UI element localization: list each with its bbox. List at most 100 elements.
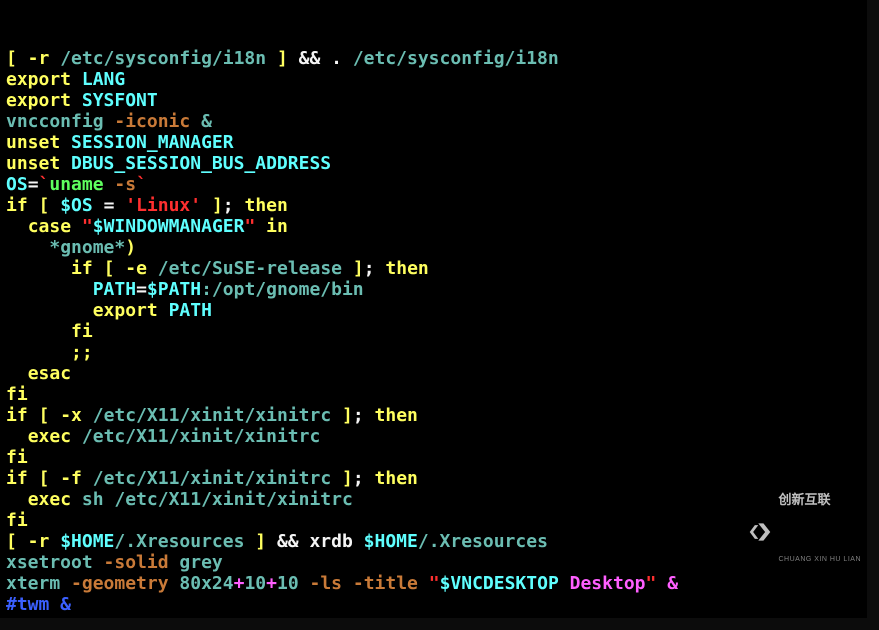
logo-icon (746, 520, 774, 544)
code-line: fi (6, 510, 861, 531)
code-token (6, 279, 93, 300)
code-line: ;; (6, 342, 861, 363)
code-token (6, 489, 28, 510)
code-token: unset (6, 132, 60, 153)
code-token (49, 531, 60, 552)
code-token: [ (39, 195, 50, 216)
code-token: " (429, 573, 440, 594)
code-token (158, 300, 169, 321)
code-token (342, 573, 353, 594)
code-token: -title (353, 573, 418, 594)
code-line: fi (6, 384, 861, 405)
code-token: SYSFONT (82, 90, 158, 111)
code-token: 10 (244, 573, 266, 594)
code-token: = (28, 174, 39, 195)
code-token (49, 405, 60, 426)
code-line: export PATH (6, 300, 861, 321)
code-line: #twm & (6, 594, 861, 615)
code-line: exec /etc/X11/xinit/xinitrc (6, 426, 861, 447)
code-line: OS=`uname -s` (6, 174, 861, 195)
logo-text: 创新互联 CHUANG XIN HU LIAN (778, 451, 861, 612)
code-token (255, 216, 266, 237)
code-line: *gnome*) (6, 237, 861, 258)
code-line: vncconfig -iconic & (6, 111, 861, 132)
code-token: /.Xresources (418, 531, 548, 552)
code-token: xterm (6, 573, 71, 594)
code-token: $OS (60, 195, 93, 216)
code-token: export (93, 300, 158, 321)
code-token: ] (342, 405, 353, 426)
code-token (331, 468, 342, 489)
code-line: case "$WINDOWMANAGER" in (6, 216, 861, 237)
code-line: export LANG (6, 69, 861, 90)
code-token (82, 405, 93, 426)
code-token: exec (28, 426, 71, 447)
code-line: if [ -f /etc/X11/xinit/xinitrc ]; then (6, 468, 861, 489)
code-line: esac (6, 363, 861, 384)
code-token (60, 153, 71, 174)
code-token: fi (6, 510, 28, 531)
code-token: -iconic (114, 111, 190, 132)
code-token: ; (223, 195, 245, 216)
code-token: LANG (82, 69, 125, 90)
code-token: $WINDOWMANAGER (93, 216, 245, 237)
code-token (418, 573, 429, 594)
code-token: export (6, 90, 71, 111)
code-token: /etc/sysconfig/i18n (60, 48, 266, 69)
code-token: 80x24 (169, 573, 234, 594)
code-token (71, 216, 82, 237)
code-token (201, 195, 212, 216)
code-token (6, 258, 71, 279)
logo-text-cn: 创新互联 (778, 493, 861, 507)
watermark-logo: 创新互联 CHUANG XIN HU LIAN (746, 451, 861, 612)
code-token: $HOME (364, 531, 418, 552)
code-token: 'Linux' (125, 195, 201, 216)
code-token: $VNCDESKTOP (440, 573, 559, 594)
code-token (6, 342, 71, 363)
code-token: gnome & (6, 615, 82, 618)
code-token (147, 258, 158, 279)
code-token: ` (136, 174, 147, 195)
code-token: /etc/X11/xinit/xinitrc (82, 426, 320, 447)
code-token: PATH (93, 279, 136, 300)
code-token (6, 237, 49, 258)
code-token: [ (104, 258, 115, 279)
code-token: $PATH (147, 279, 201, 300)
code-token: ` (39, 174, 50, 195)
code-token: then (244, 195, 287, 216)
code-line: xsetroot -solid grey (6, 552, 861, 573)
code-token: if (6, 195, 28, 216)
code-token: && . (288, 48, 353, 69)
code-token: /etc/SuSE-release (158, 258, 342, 279)
code-token: ; (353, 468, 375, 489)
code-token (60, 132, 71, 153)
code-token: ] (277, 48, 288, 69)
code-token (6, 216, 28, 237)
code-token: xsetroot (6, 552, 104, 573)
code-token: #twm & (6, 594, 71, 615)
code-token (6, 300, 93, 321)
code-token: vncconfig (6, 111, 114, 132)
code-token (342, 258, 353, 279)
code-token: then (375, 405, 418, 426)
code-token: esac (28, 363, 71, 384)
code-token: ] (342, 468, 353, 489)
code-token (49, 468, 60, 489)
code-token: [ (39, 405, 50, 426)
code-token: DBUS_SESSION_BUS_ADDRESS (71, 153, 331, 174)
code-token: /.Xresources (114, 531, 244, 552)
code-token: -ls (310, 573, 343, 594)
code-token (49, 48, 60, 69)
code-token (114, 258, 125, 279)
code-token: SESSION_MANAGER (71, 132, 234, 153)
code-token: exec (28, 489, 71, 510)
code-token: " (244, 216, 255, 237)
code-token (71, 489, 82, 510)
code-token: [ (39, 468, 50, 489)
code-token (28, 195, 39, 216)
code-token (93, 258, 104, 279)
code-token: then (385, 258, 428, 279)
code-token (6, 321, 71, 342)
code-token (6, 426, 28, 447)
code-token (82, 468, 93, 489)
